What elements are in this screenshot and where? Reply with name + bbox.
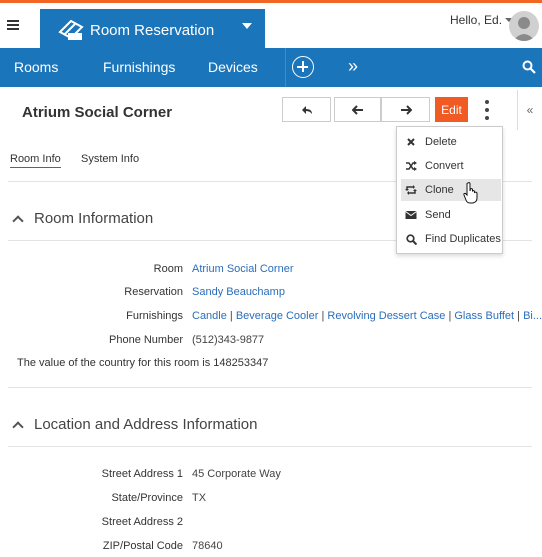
chevron-double-right-icon[interactable]: » (348, 56, 358, 77)
menu-item-label: Convert (425, 160, 464, 172)
furnishing-link[interactable]: Candle (192, 310, 227, 322)
back-button[interactable] (282, 97, 331, 122)
top-bar: Room Reservation Hello, Ed. (0, 3, 542, 51)
chevron-up-icon (12, 420, 24, 433)
country-note: The value of the country for this room i… (17, 357, 269, 369)
menu-item-label: Send (425, 209, 451, 221)
nav-item-rooms[interactable]: Rooms (14, 59, 58, 75)
menu-item-label: Find Duplicates (425, 233, 501, 245)
reservation-link[interactable]: Sandy Beauchamp (192, 286, 285, 298)
page-title: Atrium Social Corner (22, 104, 173, 121)
furnishing-link[interactable]: Glass Buffet (454, 310, 514, 322)
menu-item-label: Clone (425, 184, 454, 196)
field-label: Street Address 1 (101, 468, 183, 480)
nav-item-furnishings[interactable]: Furnishings (103, 59, 175, 75)
tab-room-info[interactable]: Room Info (10, 153, 61, 168)
hamburger-menu-icon[interactable] (7, 20, 19, 30)
previous-record-button[interactable] (334, 97, 381, 122)
section-title: Location and Address Information (34, 416, 258, 433)
hand-pointer-icon (463, 182, 478, 204)
app-logo-icon (58, 19, 84, 40)
furnishing-link[interactable]: Revolving Dessert Case (327, 310, 445, 322)
zip-postal-code-value: 78640 (192, 540, 223, 552)
collapse-panel-button[interactable]: « (517, 90, 542, 130)
search-icon[interactable] (522, 60, 536, 74)
avatar[interactable] (509, 11, 539, 41)
field-label: Reservation (124, 286, 183, 298)
furnishing-link[interactable]: Bi... (523, 310, 542, 322)
more-actions-menu: Delete Convert Clone Send Find Duplicate… (396, 126, 503, 254)
street-address-1-value: 45 Corporate Way (192, 468, 281, 480)
menu-item-send[interactable]: Send (401, 204, 501, 226)
field-label: Phone Number (109, 334, 183, 346)
nav-divider (285, 48, 286, 87)
app-title: Room Reservation (90, 21, 215, 39)
field-label: Furnishings (126, 310, 183, 322)
menu-item-delete[interactable]: Delete (401, 131, 501, 153)
field-label: Street Address 2 (101, 516, 183, 528)
user-greeting: Hello, Ed. (450, 13, 503, 27)
next-record-button[interactable] (381, 97, 430, 122)
divider (8, 446, 532, 447)
shuffle-icon (405, 160, 417, 172)
main-nav: Rooms Furnishings Devices » (0, 48, 542, 87)
phone-number-value: (512)343-9877 (192, 334, 265, 346)
field-label: ZIP/Postal Code (102, 540, 183, 552)
field-label: State/Province (111, 492, 183, 504)
arrow-left-icon (351, 104, 363, 115)
chevron-down-icon (242, 23, 252, 29)
menu-item-convert[interactable]: Convert (401, 155, 501, 177)
section-title: Room Information (34, 210, 154, 227)
app-switcher[interactable]: Room Reservation (40, 9, 265, 51)
section-location-address[interactable]: Location and Address Information (12, 416, 258, 433)
section-room-information[interactable]: Room Information (12, 210, 154, 227)
divider (8, 387, 532, 388)
reply-icon (301, 105, 312, 114)
user-silhouette-icon (513, 17, 535, 41)
room-link[interactable]: Atrium Social Corner (192, 263, 293, 275)
menu-item-clone[interactable]: Clone (401, 179, 501, 201)
field-label: Room (153, 263, 183, 275)
more-actions-icon[interactable] (484, 100, 490, 120)
chevron-up-icon (12, 214, 24, 227)
retweet-icon (405, 184, 417, 196)
state-province-value: TX (192, 492, 207, 504)
plus-circle-icon[interactable] (292, 56, 314, 78)
menu-item-find-duplicates[interactable]: Find Duplicates (401, 228, 501, 250)
user-menu[interactable]: Hello, Ed. (450, 13, 514, 27)
nav-item-devices[interactable]: Devices (208, 59, 258, 75)
furnishing-link[interactable]: Beverage Cooler (236, 310, 319, 322)
edit-button[interactable]: Edit (435, 97, 468, 122)
close-icon (405, 136, 417, 148)
furnishings-value: Candle | Beverage Cooler | Revolving Des… (192, 310, 542, 322)
menu-item-label: Delete (425, 136, 457, 148)
arrow-right-icon (400, 104, 412, 115)
envelope-icon (405, 209, 417, 221)
tab-system-info[interactable]: System Info (81, 153, 139, 165)
search-icon (405, 233, 417, 245)
